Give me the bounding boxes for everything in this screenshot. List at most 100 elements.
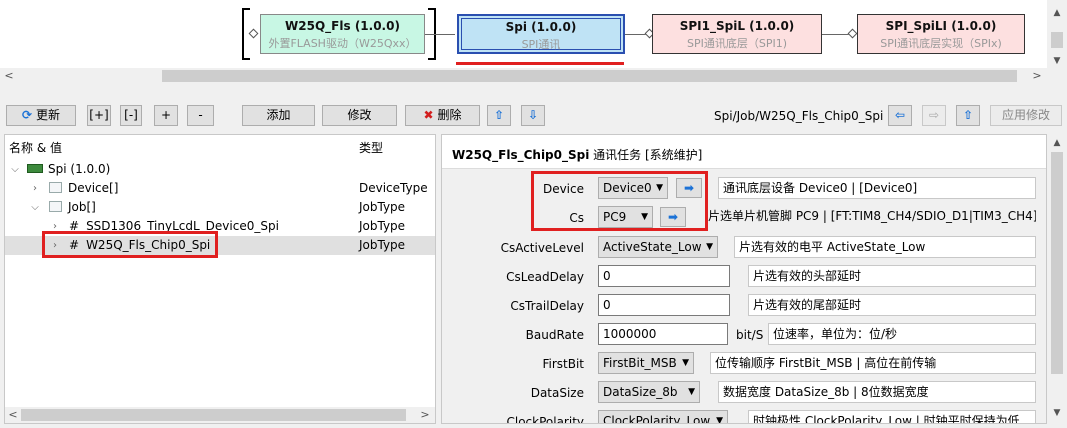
tree-row-type: DeviceType: [359, 181, 428, 195]
scroll-left-icon[interactable]: <: [6, 408, 20, 422]
node-w25q-fls[interactable]: W25Q_Fls (1.0.0) 外置FLASH驱动（W25Qxx）: [260, 14, 425, 54]
datasize-select[interactable]: DataSize_8b ▼: [598, 381, 700, 403]
scrollbar-thumb[interactable]: [162, 70, 1017, 82]
chevron-down-icon: ▼: [716, 416, 723, 424]
clockpolarity-select-value: ClockPolarity_Low: [603, 414, 711, 424]
property-title-desc: 通讯任务 [系统维护]: [593, 148, 703, 162]
tree-horizontal-scrollbar[interactable]: < >: [5, 407, 435, 423]
property-header: W25Q_Fls_Chip0_Spi 通讯任务 [系统维护]: [442, 135, 1046, 169]
arrow-up-icon: ⇧: [493, 108, 505, 122]
chevron-down-icon[interactable]: ⌵: [29, 198, 41, 217]
connector-diamond: [847, 28, 858, 39]
scroll-right-icon[interactable]: >: [418, 408, 432, 422]
node-title: W25Q_Fls (1.0.0): [285, 19, 400, 33]
node-spi[interactable]: Spi (1.0.0) SPI通讯: [457, 14, 625, 54]
property-vertical-scrollbar[interactable]: ▲ ▼: [1047, 134, 1067, 424]
node-spi1-spil[interactable]: SPI1_SpiL (1.0.0) SPI通讯底层（SPI1): [652, 14, 822, 54]
delete-x-icon: ✖: [423, 108, 434, 122]
column-header-name[interactable]: 名称 & 值: [9, 139, 62, 156]
expand-all-button[interactable]: [+]: [87, 105, 111, 126]
diagram-vertical-scrollbar[interactable]: ▲ ▼: [1047, 0, 1067, 84]
scroll-down-icon[interactable]: ▼: [1050, 406, 1064, 420]
add-button[interactable]: 添加: [242, 105, 315, 126]
arrow-down-icon: ⇩: [527, 108, 539, 122]
highlight-box: [42, 231, 218, 258]
node-subtitle: SPI通讯底层（SPI1): [686, 37, 787, 50]
field-desc-device: 通讯底层设备 Device0 | [Device0]: [718, 177, 1036, 199]
property-title-name: W25Q_Fls_Chip0_Spi: [452, 148, 590, 162]
column-header-type[interactable]: 类型: [359, 139, 383, 156]
field-label-firstbit: FirstBit: [542, 357, 584, 371]
chevron-down-icon: ▼: [688, 387, 695, 397]
scrollbar-thumb[interactable]: [1051, 152, 1063, 374]
tree-panel: 名称 & 值 类型 ⌵ Spi (1.0.0) › Device[] Devic…: [4, 134, 436, 424]
current-path: Spi/Job/W25Q_Fls_Chip0_Spi: [714, 109, 884, 123]
field-desc-csactivelevel: 片选有效的电平 ActiveState_Low: [734, 236, 1036, 258]
delete-label: 删除: [437, 108, 462, 122]
back-button[interactable]: ⇦: [888, 105, 912, 126]
field-label-clockpolarity: ClockPolarity: [506, 415, 584, 424]
baudrate-input[interactable]: 1000000: [598, 323, 728, 345]
node-subtitle: SPI通讯: [521, 38, 561, 51]
collapse-all-button[interactable]: [-]: [120, 105, 142, 126]
scroll-up-icon[interactable]: ▲: [1050, 6, 1064, 20]
tree-row-type: JobType: [359, 219, 406, 233]
up-level-button[interactable]: ⇧: [956, 105, 980, 126]
modify-button[interactable]: 修改: [322, 105, 397, 126]
field-desc-csleaddelay: 片选有效的头部延时: [748, 265, 1036, 287]
folder-icon: [49, 182, 62, 193]
field-label-csactivelevel: CsActiveLevel: [500, 241, 584, 255]
expand-button[interactable]: +: [154, 105, 178, 126]
node-subtitle: 外置FLASH驱动（W25Qxx）: [268, 37, 417, 50]
tree-row-job[interactable]: ⌵ Job[] JobType: [5, 198, 435, 217]
scroll-up-icon[interactable]: ▲: [1050, 136, 1064, 150]
csleaddelay-input[interactable]: 0: [598, 265, 730, 287]
chevron-down-icon: ▼: [706, 242, 713, 252]
field-desc-cs: 片选单片机管脚 PC9 | [FT:TIM8_CH4/SDIO_D1|TIM3_…: [708, 209, 1036, 223]
apply-button[interactable]: 应用修改: [990, 105, 1062, 126]
firstbit-select[interactable]: FirstBit_MSB ▼: [598, 352, 694, 374]
field-label-cstraildelay: CsTrailDelay: [510, 299, 584, 313]
tree-row-spi[interactable]: ⌵ Spi (1.0.0): [5, 160, 435, 179]
firstbit-select-value: FirstBit_MSB: [603, 356, 677, 370]
arrow-up-icon: ⇧: [962, 108, 974, 122]
refresh-button[interactable]: ⟳ 更新: [6, 105, 76, 126]
tree-row-device[interactable]: › Device[] DeviceType: [5, 179, 435, 198]
move-down-button[interactable]: ⇩: [521, 105, 545, 126]
node-title: SPI1_SpiL (1.0.0): [679, 19, 795, 33]
field-desc-clockpolarity: 时钟极性 ClockPolarity_Low | 时钟平时保持为低: [748, 410, 1036, 423]
node-title: Spi (1.0.0): [505, 20, 577, 34]
scroll-right-icon[interactable]: >: [1030, 69, 1044, 83]
refresh-icon: ⟳: [22, 108, 33, 122]
diagram-horizontal-scrollbar[interactable]: < >: [0, 68, 1047, 84]
baudrate-unit: bit/S: [736, 328, 764, 342]
csactivelevel-select[interactable]: ActiveState_Low ▼: [598, 236, 718, 258]
field-desc-datasize: 数据宽度 DataSize_8b | 8位数据宽度: [718, 381, 1036, 403]
toolbar: ⟳ 更新 [+] [-] + - 添加 修改 ✖ 删除 ⇧ ⇩ Spi/Job/W…: [0, 100, 1067, 130]
cstraildelay-input[interactable]: 0: [598, 294, 730, 316]
board-icon: [27, 164, 43, 173]
chevron-right-icon[interactable]: ›: [29, 179, 41, 198]
scroll-down-icon[interactable]: ▼: [1050, 54, 1064, 68]
node-title: SPI_SpiLI (1.0.0): [885, 19, 997, 33]
node-subtitle: SPI通讯底层实现（SPIx): [880, 37, 1002, 50]
tree-row-label: Device[]: [68, 181, 119, 195]
forward-button[interactable]: ⇨: [922, 105, 946, 126]
clockpolarity-select[interactable]: ClockPolarity_Low ▼: [598, 410, 728, 424]
tree-row-type: JobType: [359, 200, 406, 214]
chevron-down-icon[interactable]: ⌵: [9, 160, 21, 179]
field-label-baudrate: BaudRate: [525, 328, 584, 342]
scrollbar-thumb[interactable]: [1051, 32, 1063, 48]
datasize-select-value: DataSize_8b: [603, 385, 678, 399]
field-desc-baudrate: 位速率，单位为：位/秒: [768, 323, 1036, 345]
scrollbar-thumb[interactable]: [21, 409, 406, 421]
delete-button[interactable]: ✖ 删除: [405, 105, 480, 126]
tree-row-label: Job[]: [68, 200, 96, 214]
folder-icon: [49, 201, 62, 212]
move-up-button[interactable]: ⇧: [487, 105, 511, 126]
node-spi-spili[interactable]: SPI_SpiLI (1.0.0) SPI通讯底层实现（SPIx): [857, 14, 1025, 54]
scroll-left-icon[interactable]: <: [2, 69, 16, 83]
collapse-button[interactable]: -: [187, 105, 214, 126]
chevron-down-icon: ▼: [682, 358, 689, 368]
arrow-right-icon: ⇨: [928, 108, 940, 122]
